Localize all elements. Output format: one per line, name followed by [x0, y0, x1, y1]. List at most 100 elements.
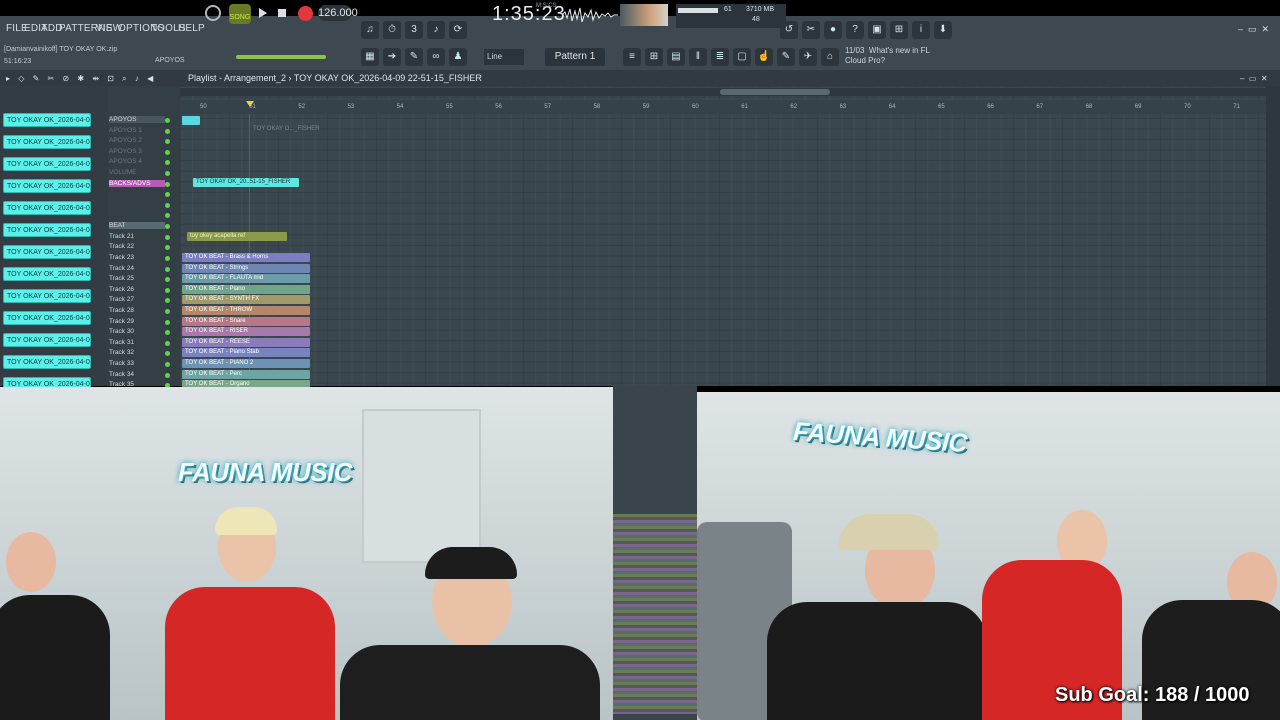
- clip-source-item[interactable]: TOY OKAY OK_2026-04-0...: [3, 355, 91, 369]
- clip-29[interactable]: TOY OK BEAT - Snare: [182, 317, 310, 326]
- clip-acapella[interactable]: toy okey acapella ref: [187, 232, 287, 241]
- clip-24[interactable]: TOY OK BEAT - Strings: [182, 264, 310, 273]
- news-panel[interactable]: 11/03 What's new in FL Cloud Pro?: [845, 46, 930, 66]
- track-26[interactable]: Track 26: [109, 286, 169, 293]
- menu-help[interactable]: HELP: [178, 23, 205, 34]
- clip-source-item[interactable]: TOY OKAY OK_2026-04-0...: [3, 289, 91, 303]
- playhead-marker-icon[interactable]: [246, 101, 254, 107]
- track-mute-led-icon[interactable]: [165, 203, 170, 208]
- track-mute-led-icon[interactable]: [165, 245, 170, 250]
- remote-icon[interactable]: ✎: [777, 48, 795, 66]
- clip-source-item[interactable]: TOY OKAY OK_2026-04-0...: [3, 311, 91, 325]
- track-mute-led-icon[interactable]: [165, 224, 170, 229]
- track-mute-led-icon[interactable]: [165, 171, 170, 176]
- clip-source-item[interactable]: TOY OKAY OK_2026-04-0...: [3, 245, 91, 259]
- track-29[interactable]: Track 29: [109, 318, 169, 325]
- channel-rack-icon[interactable]: ⊞: [645, 48, 663, 66]
- track-mute-led-icon[interactable]: [165, 182, 170, 187]
- track-24[interactable]: Track 24: [109, 265, 169, 272]
- clip-25[interactable]: TOY OK BEAT - FLAUTA mid: [182, 274, 310, 283]
- playlist-icon[interactable]: ≡: [623, 48, 641, 66]
- track-25[interactable]: Track 25: [109, 275, 169, 282]
- track-mute-led-icon[interactable]: [165, 256, 170, 261]
- browser-icon[interactable]: ≣: [711, 48, 729, 66]
- cart-icon[interactable]: ✈: [799, 48, 817, 66]
- track-mute-led-icon[interactable]: [165, 341, 170, 346]
- help-icon[interactable]: ?: [846, 21, 864, 39]
- track-mute-led-icon[interactable]: [165, 288, 170, 293]
- track-23[interactable]: Track 23: [109, 254, 169, 261]
- track-mute-led-icon[interactable]: [165, 277, 170, 282]
- snap-selector[interactable]: Line: [484, 49, 524, 65]
- clip-source-item[interactable]: TOY OKAY OK_2026-04-0...: [3, 267, 91, 281]
- metronome-icon[interactable]: [205, 5, 221, 21]
- info-icon[interactable]: i: [912, 21, 930, 39]
- clip-source-item[interactable]: TOY OKAY OK_2026-04-0...: [3, 157, 91, 171]
- store-icon[interactable]: ⌂: [821, 48, 839, 66]
- track-27[interactable]: Track 27: [109, 296, 169, 303]
- track-mute-led-icon[interactable]: [165, 309, 170, 314]
- typing-keyboard-icon[interactable]: ♫: [361, 21, 379, 39]
- link-icon[interactable]: ∞: [427, 48, 445, 66]
- track-beat[interactable]: BEAT: [109, 222, 165, 229]
- track-mute-led-icon[interactable]: [165, 118, 170, 123]
- track-mute-led-icon[interactable]: [165, 129, 170, 134]
- playlist-grid[interactable]: [180, 86, 1266, 386]
- timeline-ruler[interactable]: [180, 100, 1266, 114]
- track-mute-led-icon[interactable]: [165, 160, 170, 165]
- track-30[interactable]: Track 30: [109, 328, 169, 335]
- clip-source-item[interactable]: TOY OKAY OK_2026-04-0...: [3, 135, 91, 149]
- track-28[interactable]: Track 28: [109, 307, 169, 314]
- track-32[interactable]: Track 32: [109, 349, 169, 356]
- clip-source-item[interactable]: TOY OKAY OK_2026-04-0...: [3, 179, 91, 193]
- clip-23[interactable]: TOY OK BEAT - Brass & Horns: [182, 253, 310, 262]
- master-volume-slider[interactable]: [236, 55, 326, 59]
- track-31[interactable]: Track 31: [109, 339, 169, 346]
- clip-28[interactable]: TOY OK BEAT - THROW: [182, 306, 310, 315]
- wait-input-icon[interactable]: ⏱: [383, 21, 401, 39]
- track-apoyos[interactable]: APOYOS: [109, 116, 165, 123]
- stamp-icon[interactable]: ♟: [449, 48, 467, 66]
- clip-source-item[interactable]: TOY OKAY OK_2026-04-0...: [3, 113, 91, 127]
- undo-icon[interactable]: ↺: [780, 21, 798, 39]
- clip-30[interactable]: TOY OK BEAT - RISER: [182, 327, 310, 336]
- clip-33[interactable]: TOY OK BEAT - PIANO 2: [182, 359, 310, 368]
- clip-source-item[interactable]: TOY OKAY OK_2026-04-0...: [3, 333, 91, 347]
- tempo-display[interactable]: 126.000: [318, 5, 358, 21]
- clip-27[interactable]: TOY OK BEAT - SYNTH FX: [182, 295, 310, 304]
- track-mute-led-icon[interactable]: [165, 150, 170, 155]
- plugin-db-icon[interactable]: ▢: [733, 48, 751, 66]
- track-mute-led-icon[interactable]: [165, 192, 170, 197]
- track-mute-led-icon[interactable]: [165, 330, 170, 335]
- loop-record-icon[interactable]: ⟳: [449, 21, 467, 39]
- track-33[interactable]: Track 33: [109, 360, 169, 367]
- save-icon[interactable]: ▣: [868, 21, 886, 39]
- track-mute-led-icon[interactable]: [165, 267, 170, 272]
- playlist-tool-icons[interactable]: ▸ ◇ ✎ ✂ ⊘ ✱ ⇹ ⊡ ⌕ ♪ ◀: [6, 74, 156, 84]
- clip-34[interactable]: TOY OK BEAT - Perc: [182, 370, 310, 379]
- track-34[interactable]: Track 34: [109, 371, 169, 378]
- plugin-icon[interactable]: ⊞: [890, 21, 908, 39]
- pattern-selector[interactable]: Pattern 1: [545, 48, 605, 66]
- record-icon[interactable]: [298, 6, 313, 21]
- window-controls[interactable]: – ▭ ✕: [1238, 24, 1269, 35]
- arrow-icon[interactable]: ➔: [383, 48, 401, 66]
- play-icon[interactable]: [259, 8, 267, 18]
- clip-31[interactable]: TOY OK BEAT - REESE: [182, 338, 310, 347]
- track-mute-led-icon[interactable]: [165, 373, 170, 378]
- clip-ghost[interactable]: TOY OKAY O..._FISHER: [250, 125, 328, 134]
- track-22[interactable]: Track 22: [109, 243, 169, 250]
- track-mute-led-icon[interactable]: [165, 139, 170, 144]
- scrollbar-thumb[interactable]: [720, 89, 830, 95]
- stop-icon[interactable]: [278, 9, 286, 17]
- playlist-window-controls[interactable]: – ▭ ✕: [1240, 74, 1268, 83]
- mic-icon[interactable]: ●: [824, 21, 842, 39]
- song-mode-button[interactable]: SONG: [229, 4, 251, 24]
- download-icon[interactable]: ⬇: [934, 21, 952, 39]
- track-mute-led-icon[interactable]: [165, 235, 170, 240]
- track-mute-led-icon[interactable]: [165, 298, 170, 303]
- touch-icon[interactable]: ☝: [755, 48, 773, 66]
- track-mute-led-icon[interactable]: [165, 320, 170, 325]
- clip-source-item[interactable]: TOY OKAY OK_2026-04-0...: [3, 201, 91, 215]
- countdown-icon[interactable]: 3: [405, 21, 423, 39]
